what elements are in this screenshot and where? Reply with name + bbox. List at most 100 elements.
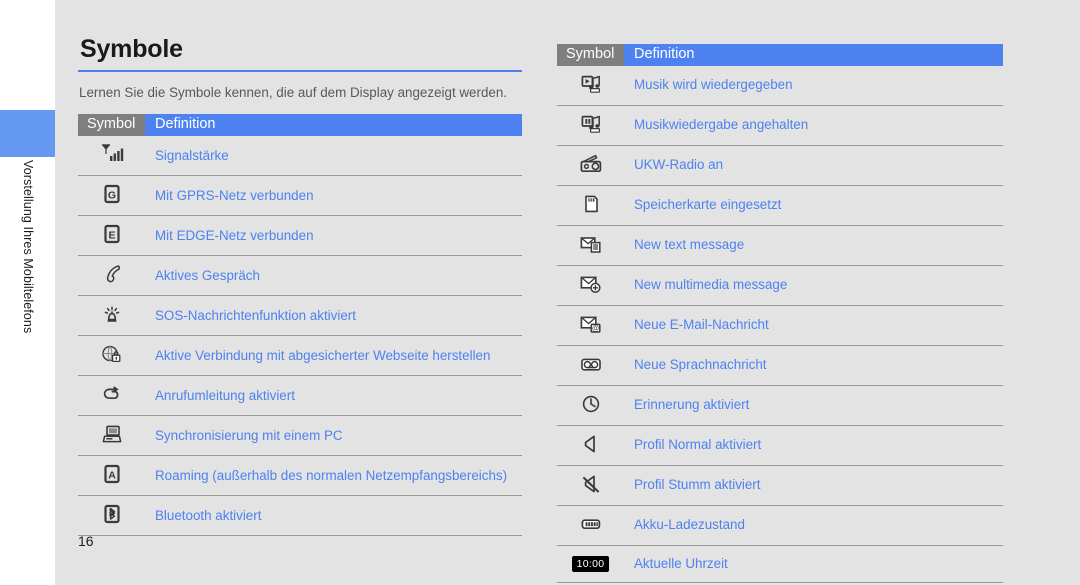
symbol-cell: [78, 375, 145, 417]
page-number: 16: [78, 533, 94, 549]
svg-text:A: A: [108, 470, 116, 482]
current-time-badge: 10:00: [571, 556, 610, 572]
definition-cell: UKW-Radio an: [624, 145, 1003, 186]
new-email-icon: @: [574, 311, 608, 337]
chapter-label: Vorstellung Ihres Mobiltelefons: [0, 160, 55, 400]
column-header-definition: Definition: [624, 44, 1003, 66]
table-row: Musik wird wiedergegeben: [557, 66, 1003, 106]
symbol-cell: [557, 225, 624, 266]
new-mms-icon: [574, 271, 608, 297]
symbol-cell: [557, 66, 624, 106]
battery-level-icon: [574, 511, 608, 537]
title-underline: [78, 69, 522, 72]
music-paused-icon: [574, 111, 608, 137]
profile-normal-icon: [574, 431, 608, 457]
definition-cell: Speicherkarte eingesetzt: [624, 185, 1003, 226]
column-header-symbol: Symbol: [78, 114, 145, 137]
pc-sync-icon: [95, 421, 129, 447]
table-row: SOS-Nachrichtenfunktion aktiviert: [78, 295, 522, 337]
table-row: @ Neue E-Mail-Nachricht: [557, 305, 1003, 346]
symbol-cell: [557, 345, 624, 386]
chapter-label-text: Vorstellung Ihres Mobiltelefons: [20, 160, 35, 334]
svg-text:E: E: [108, 230, 115, 242]
chapter-tab-marker: [0, 110, 55, 157]
symbol-cell: [78, 335, 145, 377]
table-row: Neue Sprachnachricht: [557, 345, 1003, 386]
table-row: 10:00 Aktuelle Uhrzeit: [557, 545, 1003, 583]
symbol-cell: [557, 145, 624, 186]
edge-connected-icon: E: [95, 221, 129, 247]
symbol-cell: [78, 255, 145, 297]
music-playing-icon: [574, 71, 608, 97]
new-voicemail-icon: [574, 351, 608, 377]
definition-cell: Musikwiedergabe angehalten: [624, 105, 1003, 146]
definition-cell: Erinnerung aktiviert: [624, 385, 1003, 426]
secure-web-connection-icon: [95, 341, 129, 367]
svg-text:@: @: [591, 323, 599, 332]
current-time-icon: 10:00: [566, 551, 616, 577]
definition-cell: New text message: [624, 225, 1003, 266]
definition-cell: Akku-Ladezustand: [624, 505, 1003, 546]
symbol-cell: [78, 295, 145, 337]
symbol-cell: [557, 185, 624, 226]
symbol-cell: A: [78, 455, 145, 497]
definition-cell: SOS-Nachrichtenfunktion aktiviert: [145, 295, 522, 337]
new-text-message-icon: [574, 231, 608, 257]
fm-radio-icon: [574, 151, 608, 177]
symbol-cell: [557, 505, 624, 546]
intro-text: Lernen Sie die Symbole kennen, die auf d…: [79, 84, 508, 100]
definition-cell: Profil Normal aktiviert: [624, 425, 1003, 466]
bluetooth-icon: [95, 501, 129, 527]
table-row: Musikwiedergabe angehalten: [557, 105, 1003, 146]
symbol-cell: [78, 415, 145, 457]
definition-cell: Aktuelle Uhrzeit: [624, 545, 1003, 583]
column-header-definition: Definition: [145, 114, 522, 137]
left-column: Symbole Lernen Sie die Symbole kennen, d…: [78, 35, 522, 537]
table-row: Erinnerung aktiviert: [557, 385, 1003, 426]
active-call-icon: [95, 261, 129, 287]
page-title: Symbole: [80, 35, 183, 63]
table-row: A Roaming (außerhalb des normalen Netzemp…: [78, 455, 522, 497]
table-row: Profil Stumm aktiviert: [557, 465, 1003, 506]
table-row: Akku-Ladezustand: [557, 505, 1003, 546]
table-row: Speicherkarte eingesetzt: [557, 185, 1003, 226]
table-row: Bluetooth aktiviert: [78, 495, 522, 537]
definition-cell: Musik wird wiedergegeben: [624, 66, 1003, 106]
profile-silent-icon: [574, 471, 608, 497]
symbol-cell: @: [557, 305, 624, 346]
definition-cell: Neue E-Mail-Nachricht: [624, 305, 1003, 346]
definition-cell: Aktive Verbindung mit abgesicherter Webs…: [145, 335, 522, 377]
table-header-row: Symbol Definition: [78, 114, 522, 137]
symbol-table-left: Symbol Definition Signalstärke G Mit GPRS-…: [78, 114, 522, 537]
sos-message-icon: [95, 301, 129, 327]
symbol-table-right: Symbol Definition Musik wird wiedergegeb…: [557, 44, 1003, 583]
manual-page: Vorstellung Ihres Mobiltelefons Symbole …: [0, 0, 1080, 585]
definition-cell: Signalstärke: [145, 136, 522, 177]
symbol-cell: G: [78, 175, 145, 217]
definition-cell: Mit EDGE-Netz verbunden: [145, 215, 522, 257]
table-row: Signalstärke: [78, 136, 522, 177]
definition-cell: Bluetooth aktiviert: [145, 495, 522, 537]
roaming-icon: A: [95, 461, 129, 487]
table-header-row: Symbol Definition: [557, 44, 1003, 66]
table-row: Aktives Gespräch: [78, 255, 522, 297]
definition-cell: Anrufumleitung aktiviert: [145, 375, 522, 417]
symbol-cell: [557, 265, 624, 306]
call-forwarding-icon: [95, 381, 129, 407]
symbol-cell: [557, 465, 624, 506]
table-row: New multimedia message: [557, 265, 1003, 306]
table-row: Anrufumleitung aktiviert: [78, 375, 522, 417]
definition-cell: New multimedia message: [624, 265, 1003, 306]
symbol-cell: E: [78, 215, 145, 257]
symbol-cell: [78, 136, 145, 177]
table-row: UKW-Radio an: [557, 145, 1003, 186]
table-row: E Mit EDGE-Netz verbunden: [78, 215, 522, 257]
column-header-symbol: Symbol: [557, 44, 624, 66]
definition-cell: Mit GPRS-Netz verbunden: [145, 175, 522, 217]
definition-cell: Roaming (außerhalb des normalen Netzempf…: [145, 455, 522, 497]
svg-text:G: G: [107, 190, 115, 202]
gprs-connected-icon: G: [95, 181, 129, 207]
definition-cell: Aktives Gespräch: [145, 255, 522, 297]
symbol-cell: [78, 495, 145, 537]
signal-strength-icon: [95, 141, 129, 167]
